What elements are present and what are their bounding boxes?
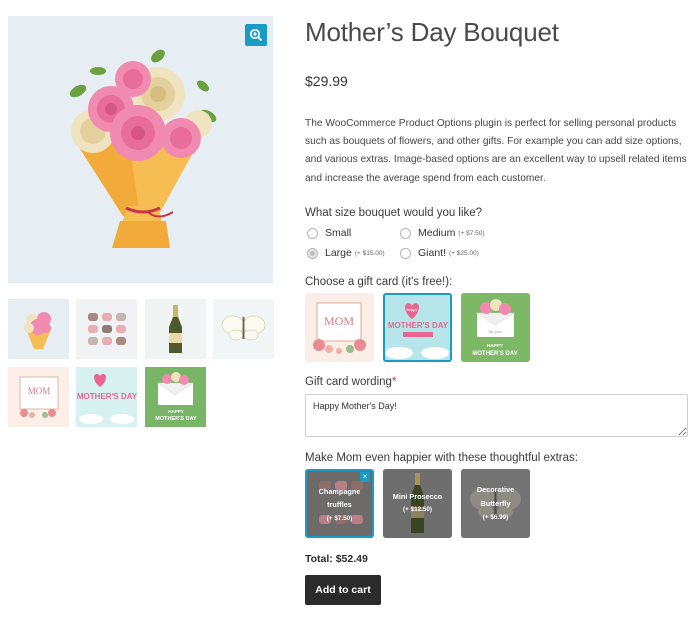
size-question-label: What size bouquet would you like? <box>305 207 483 219</box>
radio-giant[interactable] <box>400 247 411 259</box>
size-option-large-price: (+ $15.00) <box>354 249 385 257</box>
size-option-small[interactable]: Small <box>307 227 351 239</box>
extra-truffles-price: (+ $7.50) <box>326 515 353 522</box>
gift-card-label: Choose a gift card (it's free!): <box>305 276 453 288</box>
size-option-giant-price: (+ $25.00) <box>449 249 479 257</box>
gift-card-for-you-text: for you <box>488 329 502 334</box>
extra-truffles-name-2: truffles <box>327 500 352 509</box>
remove-extra-close-icon[interactable]: × <box>360 472 370 482</box>
radio-small[interactable] <box>307 227 318 239</box>
zoom-in-icon <box>249 28 263 42</box>
gift-card-wording-label-text: Gift card wording <box>305 376 392 388</box>
size-option-large-label: Large <box>325 247 352 259</box>
happy-card-thumbnail-image: HAPPY MOTHER'S DAY <box>145 367 206 427</box>
thumbnail-truffles[interactable] <box>76 299 137 359</box>
prosecco-image <box>383 469 452 538</box>
extra-option-mini-prosecco[interactable]: Mini Prosecco (+ $12.50) <box>383 469 452 538</box>
extra-option-decorative-butterfly[interactable]: Decorative Butterfly (+ $6.99) <box>461 469 530 538</box>
product-description: The WooCommerce Product Options plugin i… <box>305 118 687 184</box>
gift-card-mom-image: MOM <box>313 302 366 354</box>
gift-card-mothers-day-text: MOTHER'S DAY <box>388 321 449 330</box>
size-option-small-label: Small <box>325 227 352 239</box>
thumbnail-bouquet[interactable] <box>8 299 69 359</box>
add-to-cart-button[interactable]: Add to cart <box>305 575 381 605</box>
thumbnail-prosecco[interactable] <box>145 299 206 359</box>
gift-card-wording-input[interactable]: Happy Mother's Day! <box>305 394 688 437</box>
gift-card-mom-text: MOM <box>324 314 354 328</box>
radio-medium[interactable] <box>400 227 411 239</box>
thumb-happy-text: HAPPY <box>168 409 184 414</box>
mothers-day-card-thumbnail-image: MOTHER'S DAY <box>76 367 137 427</box>
product-price: $29.99 <box>305 73 348 89</box>
mom-card-thumbnail-image: MOM <box>19 376 59 418</box>
gift-card-happy-image: for you HAPPY MOTHER'S DAY <box>461 293 530 362</box>
gift-card-option-mom[interactable]: MOM <box>305 293 374 362</box>
gift-card-happy-mothers-day-label: MOTHER'S DAY <box>472 351 517 357</box>
gift-card-wording-label: Gift card wording* <box>305 376 396 388</box>
prosecco-thumbnail-image <box>169 305 182 353</box>
size-option-giant-label: Giant! <box>418 247 447 259</box>
size-option-medium-price: (+ $7.50) <box>458 229 485 237</box>
extra-option-champagne-truffles[interactable]: Champagne truffles (+ $7.50) × <box>305 469 374 538</box>
extra-prosecco-name: Mini Prosecco <box>392 492 443 501</box>
gift-card-happy-text: happy <box>407 307 419 312</box>
extra-prosecco-price: (+ $12.50) <box>403 506 432 513</box>
required-marker: * <box>391 376 397 388</box>
extra-butterfly-price: (+ $6.99) <box>482 514 509 521</box>
size-option-giant[interactable]: Giant! (+ $25.00) <box>400 247 479 259</box>
thumbnail-mothers-day-card[interactable]: MOTHER'S DAY <box>76 367 137 427</box>
butterfly-thumbnail-image <box>221 315 266 341</box>
radio-large[interactable] <box>307 247 318 259</box>
extra-truffles-name-1: Champagne <box>318 487 361 496</box>
extra-butterfly-name-2: Butterfly <box>480 499 511 508</box>
extras-label: Make Mom even happier with these thought… <box>305 452 578 464</box>
gift-card-happy-label: HAPPY <box>487 343 504 349</box>
gift-card-option-mothers-day[interactable]: happy MOTHER'S DAY <box>383 293 452 362</box>
bouquet-thumbnail-image <box>24 312 52 349</box>
gift-card-mothers-day-image: happy MOTHER'S DAY <box>385 295 450 360</box>
gift-card-option-happy[interactable]: for you HAPPY MOTHER'S DAY <box>461 293 530 362</box>
thumbnail-butterfly[interactable] <box>213 299 274 359</box>
size-option-large[interactable]: Large (+ $15.00) <box>307 247 385 259</box>
thumb-mothers-day-text: MOTHER'S DAY <box>77 392 137 401</box>
thumbnail-happy-card[interactable]: HAPPY MOTHER'S DAY <box>145 367 206 427</box>
extra-butterfly-name-1: Decorative <box>476 485 515 494</box>
bouquet-illustration <box>69 49 217 248</box>
zoom-button[interactable] <box>245 24 267 46</box>
truffles-thumbnail-image <box>88 313 126 345</box>
order-total: Total: $52.49 <box>305 553 368 565</box>
thumb-happy-mothers-day-text: MOTHER'S DAY <box>155 416 197 422</box>
thumbnail-mom-card[interactable]: MOM <box>8 367 69 427</box>
size-option-medium[interactable]: Medium (+ $7.50) <box>400 227 485 239</box>
product-title: Mother’s Day Bouquet <box>305 17 559 47</box>
thumb-mom-text: MOM <box>28 386 51 396</box>
product-main-image[interactable] <box>8 16 273 283</box>
size-option-medium-label: Medium <box>418 227 456 239</box>
